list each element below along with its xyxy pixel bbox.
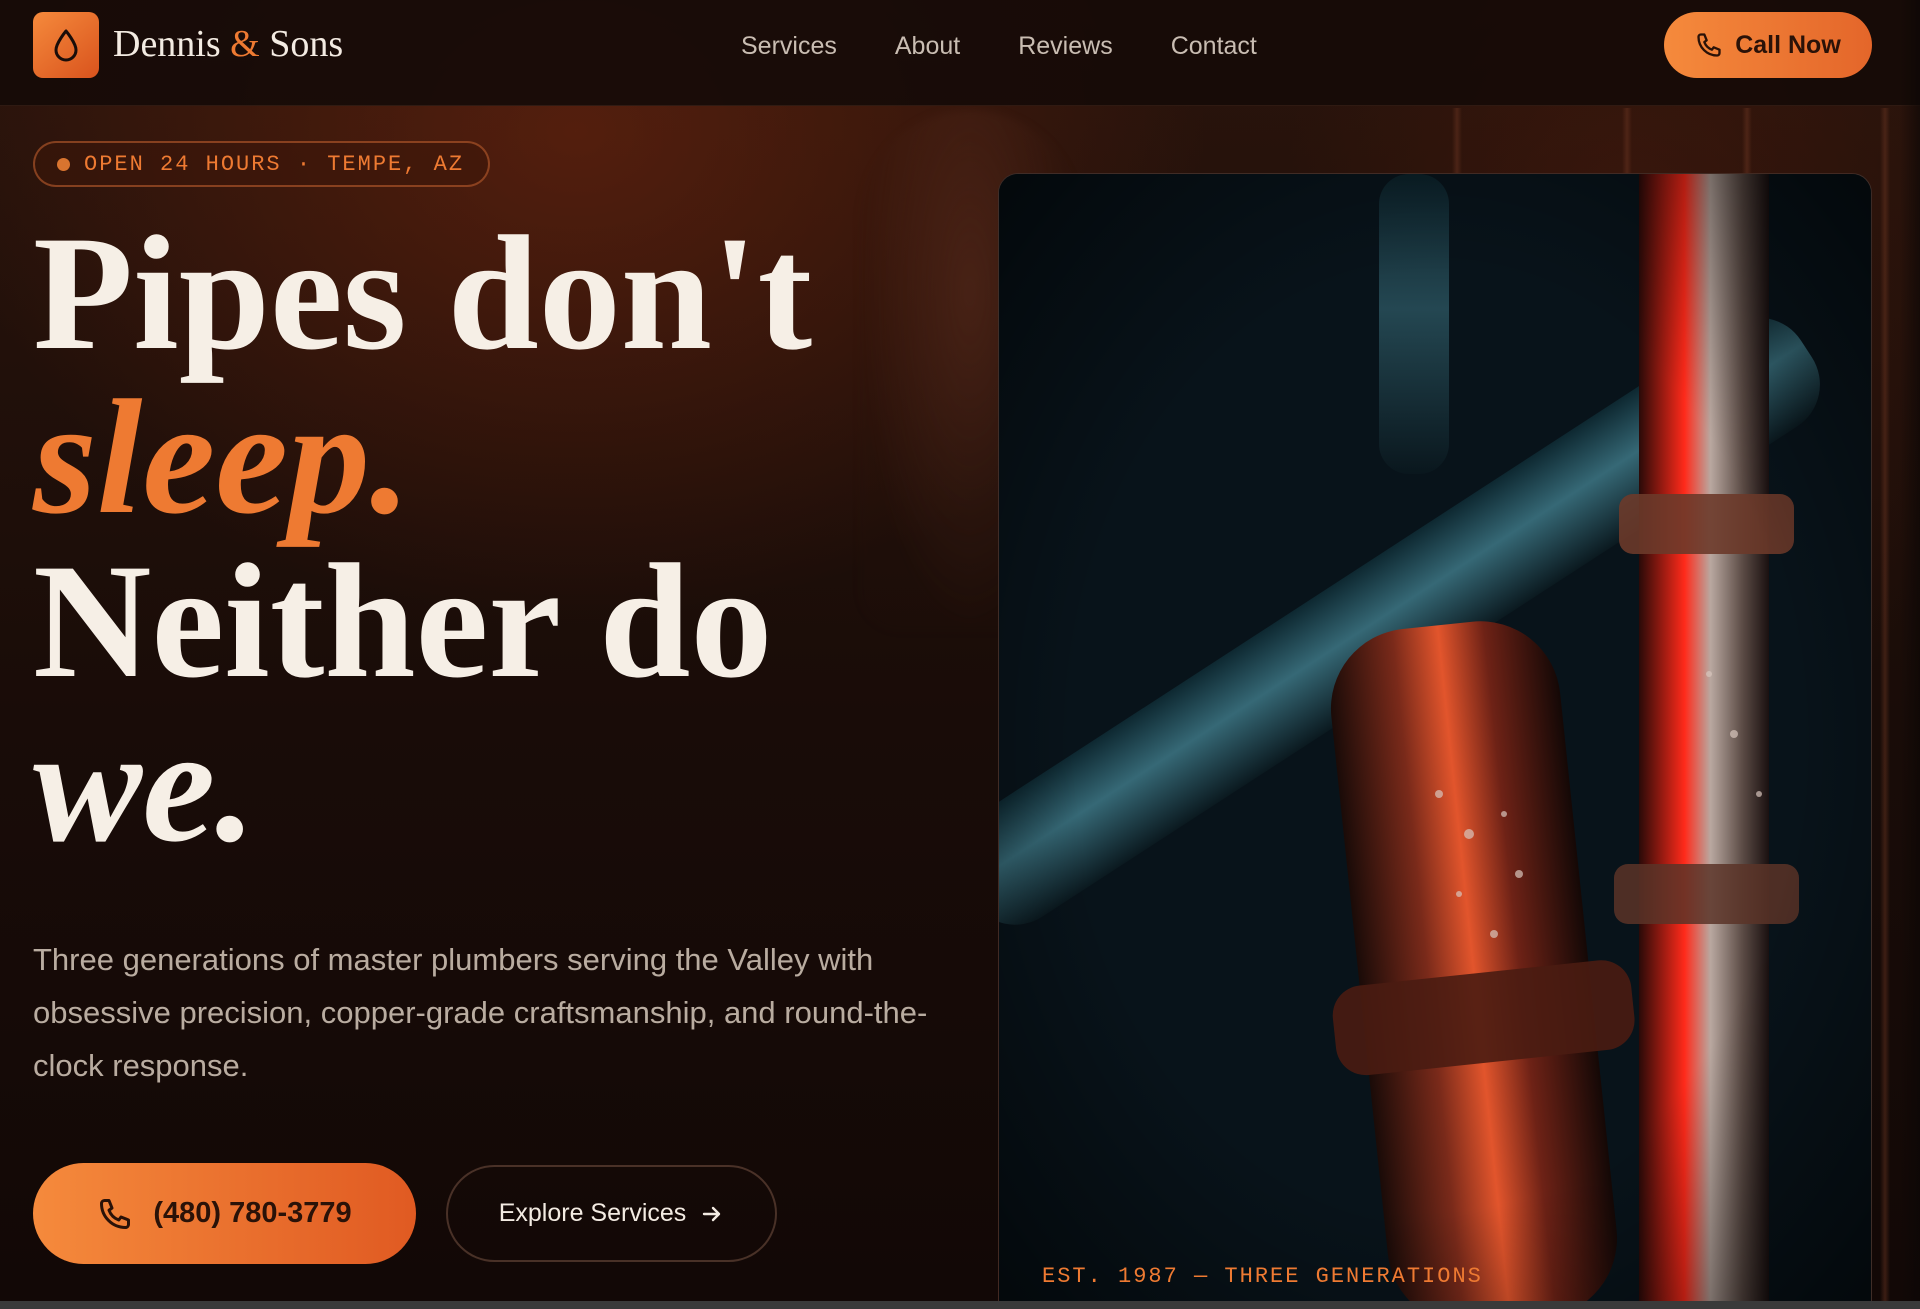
water-drop-icon	[54, 29, 78, 62]
explore-services-label: Explore Services	[498, 1199, 687, 1227]
brand-ampersand: &	[230, 23, 260, 65]
nav-item-services[interactable]: Services	[741, 26, 837, 66]
established-caption: EST. 1987 — THREE GENERATIONS	[1042, 1264, 1483, 1289]
status-badge: OPEN 24 HOURS · TEMPE, AZ	[33, 141, 490, 187]
window-edge	[1900, 0, 1920, 1309]
phone-icon	[100, 1198, 131, 1229]
arrow-right-icon	[703, 1206, 721, 1221]
brand-name-right: Sons	[269, 23, 344, 65]
headline-line-4: we.	[33, 695, 257, 876]
headline-line-1: Pipes don't	[33, 203, 813, 384]
hero-pipes-photo	[998, 173, 1872, 1309]
phone-icon	[1697, 33, 1721, 57]
explore-services-button[interactable]: Explore Services	[446, 1165, 777, 1262]
phone-call-button[interactable]: (480) 780-3779	[33, 1163, 416, 1264]
nav-item-contact[interactable]: Contact	[1171, 26, 1257, 66]
site-header: Dennis & Sons Services About Reviews Con…	[0, 0, 1920, 106]
hero-headline: Pipes don't sleep. Neither do we.	[33, 212, 963, 868]
call-now-label: Call Now	[1735, 30, 1841, 59]
status-badge-label: OPEN 24 HOURS · TEMPE, AZ	[84, 151, 465, 177]
main-nav: Services About Reviews Contact	[741, 26, 1257, 66]
nav-item-reviews[interactable]: Reviews	[1018, 26, 1112, 66]
hero-subtext: Three generations of master plumbers ser…	[33, 942, 928, 1083]
window-bottom-bar	[0, 1301, 1920, 1309]
background-pipe	[1880, 108, 1890, 1308]
logo-badge[interactable]	[33, 12, 99, 78]
headline-line-3: Neither do	[33, 531, 773, 712]
phone-number-label: (480) 780-3779	[153, 1197, 352, 1229]
brand-name-left: Dennis	[113, 23, 221, 65]
headline-line-2: sleep.	[33, 367, 411, 548]
landing-page: Dennis & Sons Services About Reviews Con…	[0, 0, 1920, 1309]
nav-item-about[interactable]: About	[895, 26, 960, 66]
brand-name[interactable]: Dennis & Sons	[113, 22, 343, 66]
pipes-illustration	[999, 174, 1871, 1308]
call-now-button[interactable]: Call Now	[1664, 12, 1872, 78]
status-dot-icon	[57, 157, 70, 171]
